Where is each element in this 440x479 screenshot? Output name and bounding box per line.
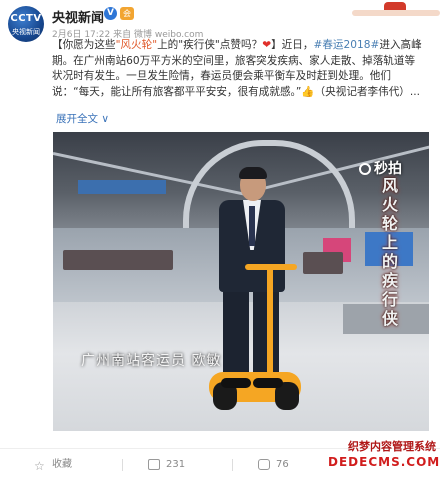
video-segway <box>267 266 273 388</box>
share-count: 231 <box>166 459 186 470</box>
thumbs-up-icon: 👍 <box>301 85 315 98</box>
post-text-part: 】近日， <box>271 39 314 51</box>
share-icon <box>148 458 160 470</box>
site-watermark: 织梦内容管理系统 DEDECMS.COM <box>328 440 440 470</box>
video-figure <box>221 378 251 388</box>
comment-count: 76 <box>276 459 289 470</box>
author-name[interactable]: 央视新闻 <box>52 7 104 26</box>
post-text-part: （央视记者李伟代）... <box>314 85 420 98</box>
camera-icon <box>359 163 371 175</box>
highlight-keyword: "风火轮" <box>115 39 158 51</box>
video-watermark: 秒拍 <box>359 158 402 178</box>
heart-icon: ❤ <box>262 39 272 51</box>
post-text-part: 【你愿为这些 <box>52 39 116 51</box>
avatar-sub-text: 央视新闻 <box>12 28 40 36</box>
favorite-button[interactable]: ☆ 收藏 <box>34 458 72 473</box>
comment-icon <box>258 458 270 470</box>
post-text: 【你愿为这些"风火轮"上的"疾行侠"点赞吗？❤】近日，#春运2018#进入高峰期… <box>52 38 422 100</box>
festival-decoration <box>352 0 440 22</box>
video-vertical-title: 风火轮上的疾行侠 <box>381 176 398 328</box>
verified-icon: V <box>104 7 117 20</box>
post-text-part: 上的"疾行侠"点赞吗？ <box>157 39 263 51</box>
decoration-band <box>352 10 440 16</box>
video-watermark-text: 秒拍 <box>374 161 402 177</box>
video-figure <box>253 378 283 388</box>
action-separator <box>122 459 123 471</box>
expand-full-text-link[interactable]: 展开全文 ∨ <box>56 111 109 126</box>
video-crowd <box>63 250 173 270</box>
video-crowd <box>303 252 343 274</box>
member-badge-icon: 会 <box>120 7 134 20</box>
favorite-label: 收藏 <box>52 459 72 470</box>
video-caption: 广州南站客运员 欧敏 <box>81 353 222 369</box>
avatar-logo-text: CCTV <box>10 13 42 24</box>
video-segway <box>245 264 297 270</box>
comment-button[interactable]: 76 <box>258 458 289 472</box>
star-icon: ☆ <box>34 458 45 473</box>
site-watermark-url: DEDECMS.COM <box>328 455 440 469</box>
video-figure <box>249 206 255 246</box>
share-button[interactable]: 231 <box>148 458 185 472</box>
video-sign <box>78 180 166 194</box>
hashtag-link[interactable]: #春运2018# <box>313 39 379 51</box>
video-player[interactable]: 秒拍 风火轮上的疾行侠 广州南站客运员 欧敏 <box>53 132 429 431</box>
site-watermark-title: 织梦内容管理系统 <box>348 440 436 453</box>
video-figure <box>239 167 267 179</box>
avatar[interactable]: CCTV 央视新闻 <box>8 6 44 42</box>
action-separator <box>232 459 233 471</box>
